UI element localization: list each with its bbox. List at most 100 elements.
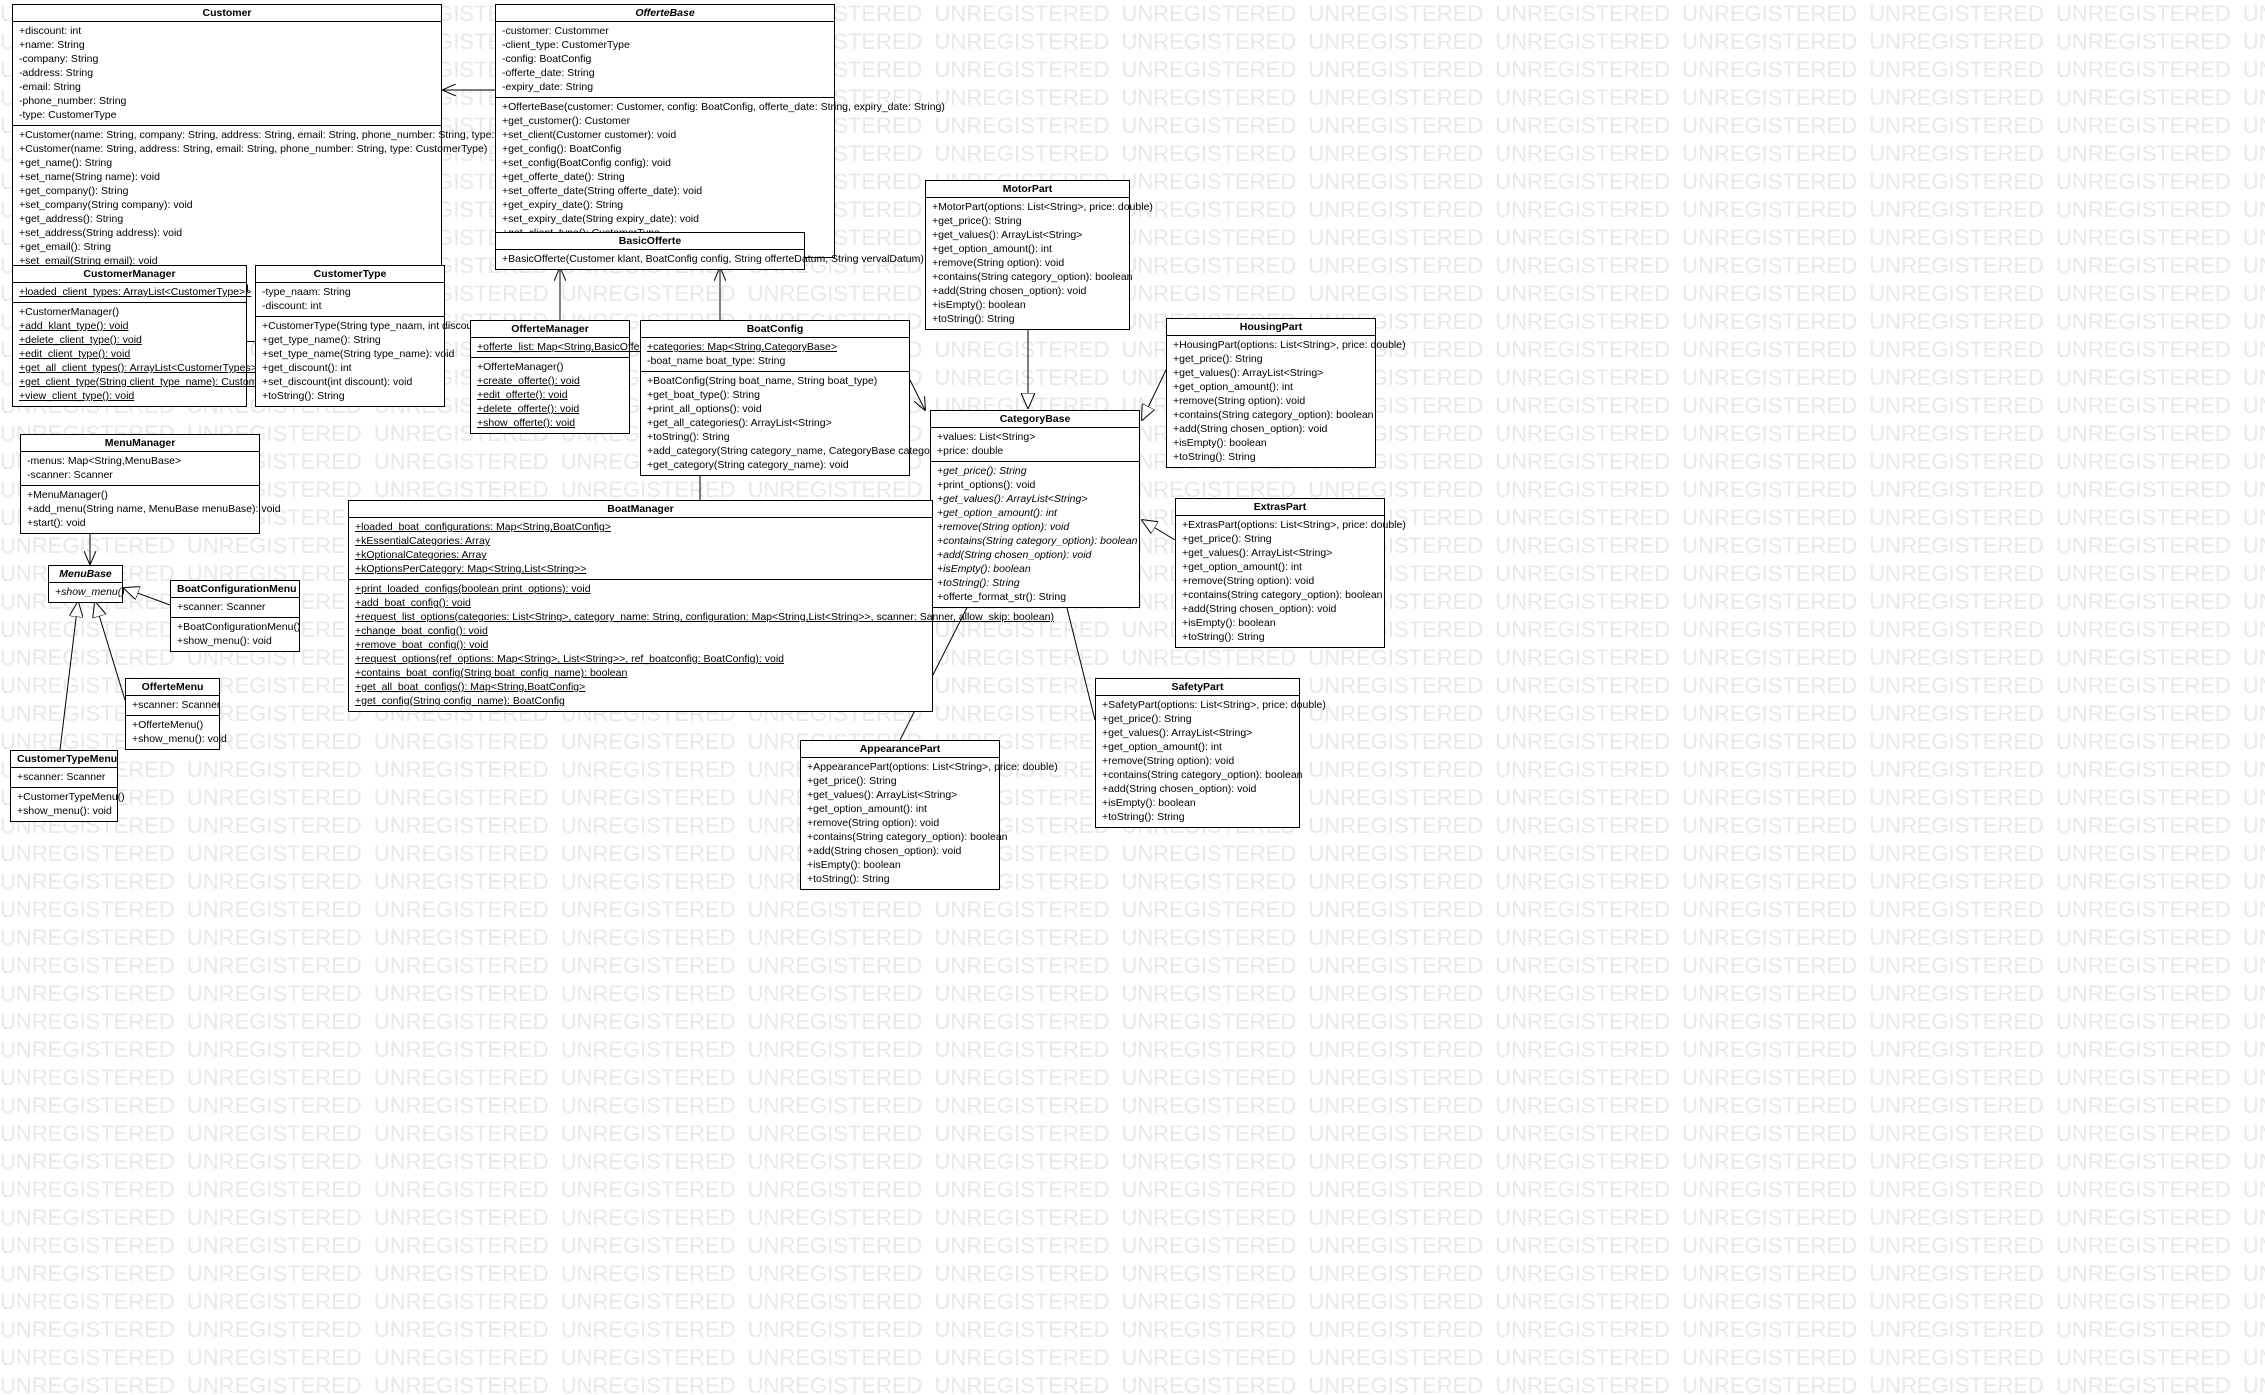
operation-row: +toString(): String [262, 389, 438, 403]
operation-row: +request_list_options(categories: List<S… [355, 610, 926, 624]
operations-section: +MenuManager()+add_menu(String name, Men… [21, 486, 259, 533]
operation-row: +CustomerManager() [19, 305, 240, 319]
attributes-section: +loaded_client_types: ArrayList<Customer… [13, 283, 246, 303]
operations-section: +OfferteManager()+create_offerte(): void… [471, 358, 629, 433]
operation-row: +add_klant_type(): void [19, 319, 240, 333]
attribute-row: +price: double [937, 444, 1133, 458]
operations-section: +CustomerManager()+add_klant_type(): voi… [13, 303, 246, 406]
operation-row: +set_config(BoatConfig config): void [502, 156, 828, 170]
operations-section: +BoatConfig(String boat_name, String boa… [641, 372, 909, 475]
operation-row: +get_values(): ArrayList<String> [1182, 546, 1378, 560]
operation-row: +HousingPart(options: List<String>, pric… [1173, 338, 1369, 352]
operation-row: +OfferteManager() [477, 360, 623, 374]
class-menu_base: MenuBase+show_menu() [48, 565, 123, 603]
operation-row: +get_company(): String [19, 184, 435, 198]
operation-row: +get_offerte_date(): String [502, 170, 828, 184]
attribute-row: +loaded_boat_configurations: Map<String,… [355, 520, 926, 534]
operation-row: +remove(String option): void [932, 256, 1123, 270]
attribute-row: -config: BoatConfig [502, 52, 828, 66]
attribute-row: -address: String [19, 66, 435, 80]
operation-row: +isEmpty(): boolean [1102, 796, 1293, 810]
operation-row: +print_all_options(): void [647, 402, 903, 416]
operation-row: +add(String chosen_option): void [1173, 422, 1369, 436]
operation-row: +remove_boat_config(): void [355, 638, 926, 652]
operation-row: +remove(String option): void [937, 520, 1133, 534]
operation-row: +print_loaded_configs(boolean print_opti… [355, 582, 926, 596]
operation-row: +isEmpty(): boolean [1182, 616, 1378, 630]
operation-row: +get_category(String category_name): voi… [647, 458, 903, 472]
class-safety_part: SafetyPart+SafetyPart(options: List<Stri… [1095, 678, 1300, 828]
class-title: CustomerTypeMenu [11, 751, 117, 768]
operations-section: +BoatConfigurationMenu()+show_menu(): vo… [171, 618, 299, 651]
operation-row: +get_customer(): Customer [502, 114, 828, 128]
operation-row: +isEmpty(): boolean [807, 858, 993, 872]
attributes-section: +scanner: Scanner [126, 696, 219, 716]
operation-row: +edit_offerte(): void [477, 388, 623, 402]
attribute-row: -client_type: CustomerType [502, 38, 828, 52]
operation-row: +get_discount(): int [262, 361, 438, 375]
attribute-row: -company: String [19, 52, 435, 66]
class-appearance_part: AppearancePart+AppearancePart(options: L… [800, 740, 1000, 890]
attribute-row: +kOptionsPerCategory: Map<String,List<St… [355, 562, 926, 576]
operation-row: +print_options(): void [937, 478, 1133, 492]
class-menu_manager: MenuManager-menus: Map<String,MenuBase>-… [20, 434, 260, 534]
attribute-row: +categories: Map<String,CategoryBase> [647, 340, 903, 354]
class-offerte_menu: OfferteMenu+scanner: Scanner+OfferteMenu… [125, 678, 220, 750]
operation-row: +set_expiry_date(String expiry_date): vo… [502, 212, 828, 226]
operation-row: +add_category(String category_name, Cate… [647, 444, 903, 458]
operation-row: +get_email(): String [19, 240, 435, 254]
operation-row: +get_expiry_date(): String [502, 198, 828, 212]
class-title: OfferteManager [471, 321, 629, 338]
attributes-section: +loaded_boat_configurations: Map<String,… [349, 518, 932, 580]
class-title: BoatManager [349, 501, 932, 518]
attribute-row: -scanner: Scanner [27, 468, 253, 482]
operation-row: +show_menu() [55, 585, 116, 599]
attribute-row: -phone_number: String [19, 94, 435, 108]
operation-row: +contains(String category_option): boole… [1182, 588, 1378, 602]
operation-row: +start(): void [27, 516, 253, 530]
operation-row: +add(String chosen_option): void [932, 284, 1123, 298]
attribute-row: +scanner: Scanner [132, 698, 213, 712]
attribute-row: -offerte_date: String [502, 66, 828, 80]
operations-section: +MotorPart(options: List<String>, price:… [926, 198, 1129, 329]
operation-row: +get_option_amount(): int [932, 242, 1123, 256]
attributes-section: -menus: Map<String,MenuBase>-scanner: Sc… [21, 452, 259, 486]
operations-section: +show_menu() [49, 583, 122, 602]
attributes-section: +scanner: Scanner [11, 768, 117, 788]
operation-row: +contains(String category_option): boole… [1102, 768, 1293, 782]
operation-row: +get_config(): BoatConfig [502, 142, 828, 156]
class-title: AppearancePart [801, 741, 999, 758]
operation-row: +set_name(String name): void [19, 170, 435, 184]
operation-row: +get_price(): String [937, 464, 1133, 478]
operation-row: +get_option_amount(): int [1182, 560, 1378, 574]
class-customer_manager: CustomerManager+loaded_client_types: Arr… [12, 265, 247, 407]
operation-row: +set_discount(int discount): void [262, 375, 438, 389]
class-category_base: CategoryBase+values: List<String>+price:… [930, 410, 1140, 608]
operation-row: +remove(String option): void [807, 816, 993, 830]
operation-row: +get_values(): ArrayList<String> [1173, 366, 1369, 380]
operation-row: +show_menu(): void [132, 732, 213, 746]
operation-row: +remove(String option): void [1102, 754, 1293, 768]
operation-row: +toString(): String [1173, 450, 1369, 464]
operation-row: +isEmpty(): boolean [932, 298, 1123, 312]
operation-row: +BoatConfigurationMenu() [177, 620, 293, 634]
operation-row: +request_options(ref_options: Map<String… [355, 652, 926, 666]
operation-row: +CustomerTypeMenu() [17, 790, 111, 804]
attributes-section: +discount: int+name: String-company: Str… [13, 22, 441, 126]
class-title: BoatConfig [641, 321, 909, 338]
attribute-row: +kEssentialCategories: Array [355, 534, 926, 548]
operation-row: +contains(String category_option): boole… [937, 534, 1133, 548]
attribute-row: +values: List<String> [937, 430, 1133, 444]
operation-row: +add(String chosen_option): void [807, 844, 993, 858]
operation-row: +contains(String category_option): boole… [807, 830, 993, 844]
class-title: MenuManager [21, 435, 259, 452]
operation-row: +contains(String category_option): boole… [1173, 408, 1369, 422]
operations-section: +ExtrasPart(options: List<String>, price… [1176, 516, 1384, 647]
operation-row: +get_client_type(String client_type_name… [19, 375, 240, 389]
operation-row: +contains(String category_option): boole… [932, 270, 1123, 284]
operations-section: +BasicOfferte(Customer klant, BoatConfig… [496, 250, 804, 269]
operation-row: +contains_boat_config(String boat_config… [355, 666, 926, 680]
class-customer_type_menu: CustomerTypeMenu+scanner: Scanner +Custom… [10, 750, 118, 822]
attribute-row: -type_naam: String [262, 285, 438, 299]
attribute-row: -customer: Custommer [502, 24, 828, 38]
